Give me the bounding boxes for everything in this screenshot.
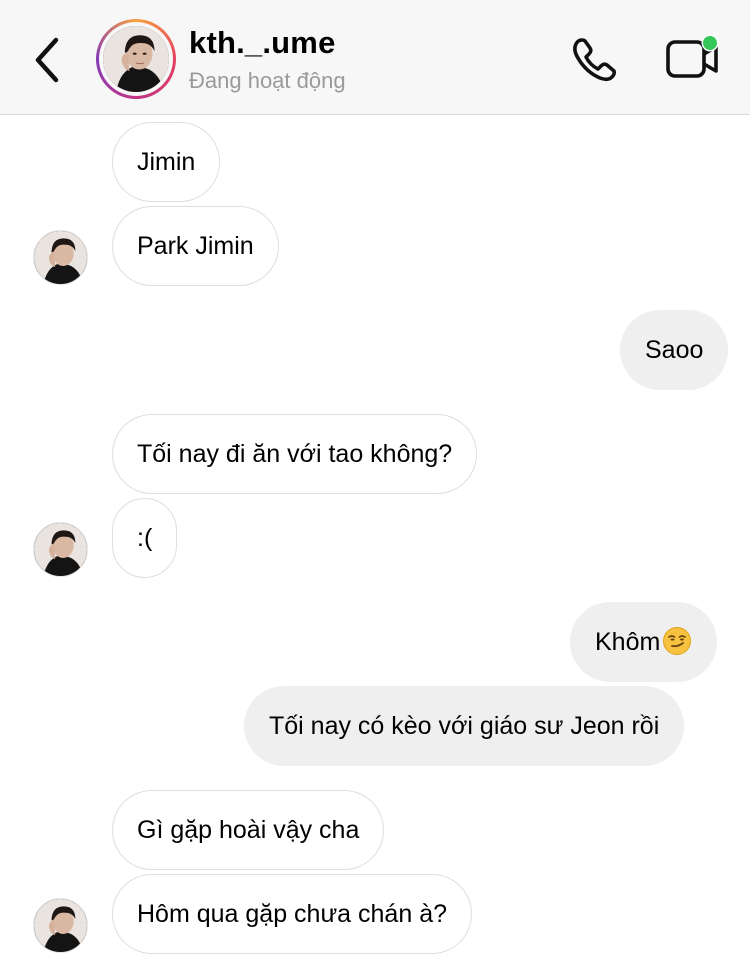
message-text: Khôm — [595, 628, 661, 656]
message-bubble-incoming[interactable]: Hôm qua gặp chưa chán à? — [112, 874, 472, 954]
audio-call-button[interactable] — [570, 36, 620, 84]
message-text: Tối nay đi ăn với tao không? — [137, 440, 453, 468]
video-camera-icon — [666, 34, 719, 78]
message-bubble-incoming[interactable]: Gì gặp hoài vậy cha — [112, 790, 385, 870]
phone-icon — [573, 38, 617, 82]
chevron-left-icon — [35, 37, 59, 83]
contact-username[interactable]: kth._.ume — [189, 25, 336, 61]
smirking-face-emoji — [663, 627, 692, 655]
message-bubble-outgoing[interactable]: Saoo — [620, 310, 729, 390]
message-bubble-incoming[interactable]: Jimin — [112, 122, 221, 202]
active-status: Đang hoạt động — [189, 68, 346, 93]
message-bubble-incoming[interactable]: Park Jimin — [112, 206, 279, 286]
sender-avatar[interactable] — [33, 230, 88, 285]
online-indicator — [703, 36, 717, 50]
message-text: Saoo — [645, 336, 704, 364]
back-button[interactable] — [26, 34, 70, 86]
sender-avatar[interactable] — [33, 522, 88, 577]
message-text: Tối nay có kèo với giáo sư Jeon rồi — [269, 712, 660, 740]
message-bubble-incoming[interactable]: :( — [112, 498, 178, 578]
chat-header: kth._.ume Đang hoạt động — [0, 0, 750, 115]
message-text: Park Jimin — [137, 232, 254, 260]
avatar-photo — [103, 26, 169, 92]
video-call-button[interactable] — [664, 34, 722, 84]
message-text: Gì gặp hoài vậy cha — [137, 816, 360, 844]
sender-avatar[interactable] — [33, 898, 88, 953]
message-bubble-incoming[interactable]: Tối nay đi ăn với tao không? — [112, 414, 478, 494]
profile-avatar[interactable] — [96, 19, 176, 99]
message-text: Jimin — [137, 148, 196, 176]
message-bubble-outgoing[interactable]: Tối nay có kèo với giáo sư Jeon rồi — [244, 686, 685, 766]
message-text: Hôm qua gặp chưa chán à? — [137, 900, 447, 928]
message-text: :( — [137, 524, 153, 552]
message-bubble-outgoing[interactable]: Khôm — [570, 602, 718, 682]
